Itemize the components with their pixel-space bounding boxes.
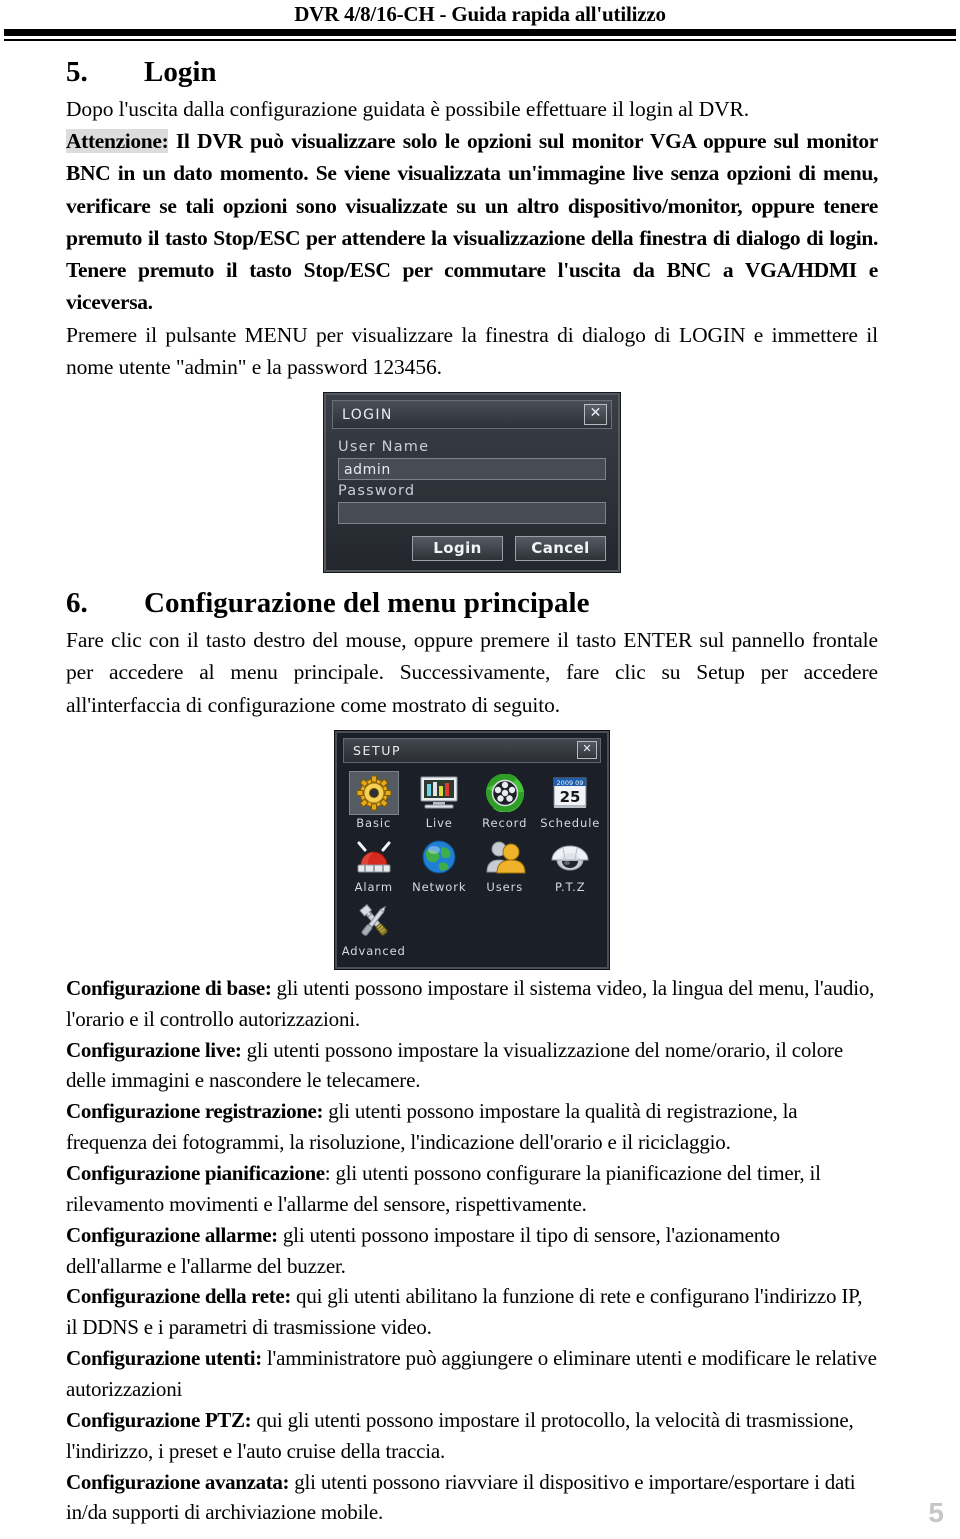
section-6-heading: 6. Configurazione del menu principale bbox=[66, 587, 878, 620]
setup-item-record[interactable]: Record bbox=[472, 769, 538, 831]
description-item: Configurazione avanzata: gli utenti poss… bbox=[66, 1467, 878, 1529]
tools-icon bbox=[350, 900, 398, 942]
description-term: Configurazione utenti: bbox=[66, 1346, 262, 1371]
setup-item-ptz[interactable]: P.T.Z bbox=[538, 833, 604, 895]
header-rule-thick bbox=[4, 29, 956, 37]
description-item: Configurazione registrazione: gli utenti… bbox=[66, 1096, 878, 1158]
description-term: Configurazione allarme: bbox=[66, 1222, 278, 1247]
section-5-heading: 5. Login bbox=[66, 56, 878, 89]
section-5-instruction: Premere il pulsante MENU per visualizzar… bbox=[66, 322, 878, 379]
setup-icon-grid: Basic Live Record 2009 09 25 Schedule Al… bbox=[337, 765, 607, 959]
warning-text: Il DVR può visualizzare solo le opzioni … bbox=[66, 129, 878, 315]
setup-item-label: Alarm bbox=[354, 879, 393, 894]
calendar-day: 25 bbox=[560, 788, 581, 806]
gear-icon bbox=[349, 771, 398, 814]
header-rule-thin bbox=[4, 39, 956, 42]
login-dialog-title: LOGIN bbox=[342, 406, 393, 423]
login-button[interactable]: Login bbox=[412, 536, 503, 562]
close-icon[interactable]: ✕ bbox=[584, 404, 607, 426]
description-term: Configurazione di base: bbox=[66, 975, 272, 1000]
setup-dialog-titlebar: SETUP ✕ bbox=[343, 737, 601, 763]
description-term: Configurazione registrazione: bbox=[66, 1099, 324, 1124]
setup-item-label: Network bbox=[412, 879, 467, 894]
setup-item-label: Basic bbox=[356, 815, 392, 830]
setup-item-live[interactable]: Live bbox=[407, 769, 473, 831]
description-term: Configurazione avanzata: bbox=[66, 1469, 290, 1494]
setup-item-alarm[interactable]: Alarm bbox=[341, 833, 407, 895]
header-divider bbox=[4, 29, 956, 42]
setup-item-label: P.T.Z bbox=[555, 879, 586, 894]
section-5-intro: Dopo l'uscita dalla configurazione guida… bbox=[66, 96, 750, 121]
login-dialog: LOGIN ✕ User Name admin Password Login C… bbox=[324, 393, 620, 573]
description-term: Configurazione pianificazione bbox=[66, 1160, 325, 1185]
setup-item-label: Live bbox=[425, 815, 453, 830]
section-5-warning: Attenzione: Il DVR può visualizzare solo… bbox=[66, 125, 878, 319]
users-icon bbox=[481, 836, 529, 878]
monitor-icon bbox=[415, 772, 463, 814]
description-item: Configurazione utenti: l'amministratore … bbox=[66, 1343, 878, 1405]
header-title: DVR 4/8/16-CH - Guida rapida all'utilizz… bbox=[294, 2, 666, 26]
setup-item-basic[interactable]: Basic bbox=[341, 769, 407, 831]
section-6-number: 6. bbox=[66, 587, 88, 620]
close-icon[interactable]: ✕ bbox=[577, 741, 597, 760]
description-item: Configurazione di base: gli utenti posso… bbox=[66, 973, 878, 1035]
description-item: Configurazione pianificazione: gli utent… bbox=[66, 1158, 878, 1220]
dome-camera-icon bbox=[546, 836, 594, 878]
section-5-title: Login bbox=[144, 56, 217, 89]
configuration-descriptions: Configurazione di base: gli utenti posso… bbox=[66, 973, 878, 1528]
setup-dialog-title: SETUP bbox=[353, 742, 402, 758]
calendar-year-month: 2009 09 bbox=[557, 779, 584, 787]
siren-icon bbox=[350, 836, 398, 878]
login-dialog-buttons: Login Cancel bbox=[338, 536, 606, 562]
login-dialog-titlebar: LOGIN ✕ bbox=[332, 400, 612, 430]
setup-item-schedule[interactable]: 2009 09 25 Schedule bbox=[538, 769, 604, 831]
setup-dialog-figure: SETUP ✕ Basic Live Record 2009 09 25 Sch… bbox=[66, 730, 878, 969]
description-item: Configurazione live: gli utenti possono … bbox=[66, 1035, 878, 1097]
document-body: 5. Login Dopo l'uscita dalla configurazio… bbox=[0, 56, 886, 1528]
user-name-label: User Name bbox=[338, 439, 430, 456]
description-item: Configurazione della rete: qui gli utent… bbox=[66, 1281, 878, 1343]
description-term: Configurazione PTZ: bbox=[66, 1407, 252, 1432]
film-reel-icon bbox=[481, 772, 529, 814]
cancel-button[interactable]: Cancel bbox=[515, 536, 606, 562]
setup-dialog: SETUP ✕ Basic Live Record 2009 09 25 Sch… bbox=[335, 730, 609, 969]
login-dialog-body: User Name admin Password Login Cancel bbox=[326, 429, 618, 562]
section-6-title: Configurazione del menu principale bbox=[144, 587, 590, 620]
description-item: Configurazione PTZ: qui gli utenti posso… bbox=[66, 1405, 878, 1467]
calendar-icon: 2009 09 25 bbox=[546, 772, 594, 814]
setup-item-network[interactable]: Network bbox=[407, 833, 473, 895]
setup-item-label: Schedule bbox=[540, 815, 601, 830]
warning-label: Attenzione: bbox=[66, 129, 169, 154]
setup-item-advanced[interactable]: Advanced bbox=[341, 897, 407, 959]
setup-item-users[interactable]: Users bbox=[472, 833, 538, 895]
globe-icon bbox=[415, 836, 463, 878]
password-input[interactable] bbox=[338, 502, 606, 525]
description-item: Configurazione allarme: gli utenti posso… bbox=[66, 1220, 878, 1282]
section-5-number: 5. bbox=[66, 56, 88, 89]
document-header: DVR 4/8/16-CH - Guida rapida all'utilizz… bbox=[0, 0, 960, 25]
section-6-paragraph: Fare clic con il tasto destro del mouse,… bbox=[66, 628, 878, 717]
page-number: 5 bbox=[928, 1497, 944, 1528]
setup-item-label: Users bbox=[486, 879, 524, 894]
setup-item-label: Record bbox=[482, 815, 528, 830]
description-term: Configurazione live: bbox=[66, 1037, 242, 1062]
user-name-input[interactable]: admin bbox=[338, 458, 606, 481]
login-dialog-figure: LOGIN ✕ User Name admin Password Login C… bbox=[66, 393, 878, 573]
password-label: Password bbox=[338, 483, 416, 500]
description-term: Configurazione della rete: bbox=[66, 1284, 291, 1309]
setup-item-label: Advanced bbox=[341, 943, 406, 958]
